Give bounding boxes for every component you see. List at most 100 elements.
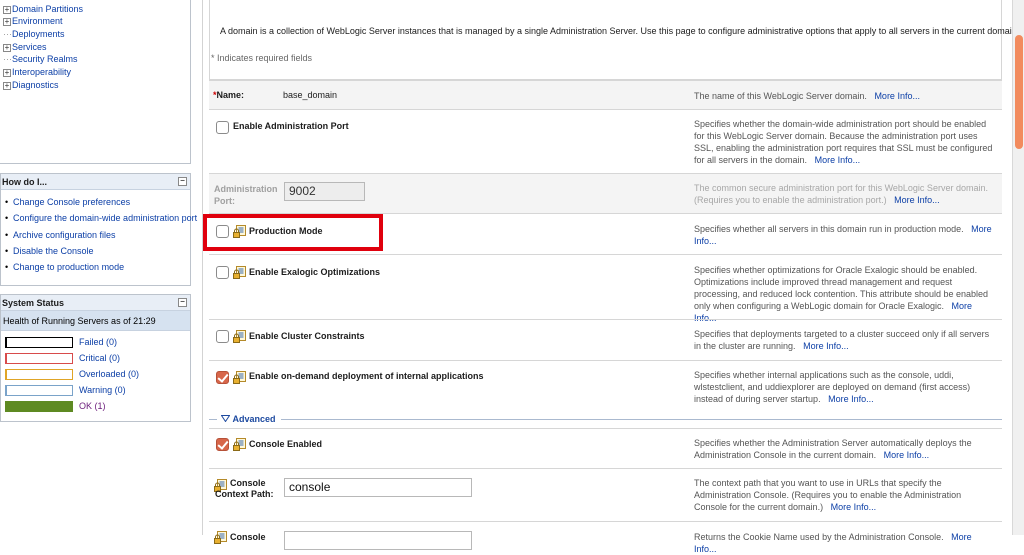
- domain-name-value: base_domain: [283, 90, 338, 100]
- field-label-on-demand: Enable on-demand deployment of internal …: [249, 371, 484, 381]
- more-info-link[interactable]: More Info...: [828, 394, 874, 404]
- advanced-toggle[interactable]: Advanced: [220, 413, 276, 425]
- tree-item-interoperability[interactable]: + Interoperability: [3, 66, 71, 78]
- expand-icon[interactable]: +: [3, 44, 11, 52]
- intro-box: [209, 0, 1002, 80]
- status-link-failed[interactable]: Failed (0): [79, 336, 117, 348]
- tree-item-label[interactable]: Diagnostics: [12, 80, 59, 90]
- desc-text: Specifies whether the Administration Ser…: [694, 438, 972, 460]
- console-enabled-checkbox[interactable]: [216, 438, 229, 451]
- how-do-i-header: How do I... −: [1, 174, 190, 190]
- how-do-i-title: How do I...: [2, 177, 47, 187]
- expand-icon[interactable]: +: [3, 6, 11, 14]
- status-row-critical: Critical (0): [1, 351, 190, 367]
- howdo-link-disable-console[interactable]: Disable the Console: [13, 246, 94, 256]
- list-item: • Configure the domain-wide administratio…: [5, 212, 197, 228]
- howdo-link-archive-config[interactable]: Archive configuration files: [13, 230, 116, 240]
- console-context-path-input[interactable]: console: [284, 478, 472, 497]
- status-link-ok[interactable]: OK (1): [79, 400, 106, 412]
- status-link-overloaded[interactable]: Overloaded (0): [79, 368, 139, 380]
- more-info-link[interactable]: More Info...: [894, 195, 940, 205]
- collapse-icon[interactable]: −: [178, 177, 187, 186]
- tree-item-deployments[interactable]: ···Deployments: [3, 28, 65, 40]
- more-info-link[interactable]: More Info...: [884, 450, 930, 460]
- howdo-link-production-mode[interactable]: Change to production mode: [13, 262, 124, 272]
- status-link-critical[interactable]: Critical (0): [79, 352, 120, 364]
- field-desc-enable-admin-port: Specifies whether the domain-wide admini…: [694, 118, 994, 166]
- field-desc-console-enabled: Specifies whether the Administration Ser…: [694, 437, 994, 461]
- field-label-text: Name:: [216, 90, 245, 100]
- field-label-exalogic: Enable Exalogic Optimizations: [249, 267, 381, 277]
- tree-item-environment[interactable]: + Environment: [3, 15, 63, 27]
- system-status-header: System Status −: [1, 295, 190, 311]
- field-desc-exalogic: Specifies whether optimizations for Orac…: [694, 264, 994, 324]
- advanced-label[interactable]: Advanced: [233, 414, 276, 424]
- field-row-cluster-constraints: Enable Cluster Constraints Specifies tha…: [209, 319, 1002, 360]
- list-item: • Change Console preferences: [5, 196, 190, 212]
- tree-item-label[interactable]: Environment: [12, 16, 63, 26]
- expand-icon[interactable]: +: [3, 69, 11, 77]
- on-demand-checkbox[interactable]: [216, 371, 229, 384]
- tree-item-services[interactable]: + Services: [3, 41, 47, 53]
- lock-icon: [233, 371, 246, 384]
- console-cookie-input[interactable]: [284, 531, 472, 550]
- status-list: Failed (0) Critical (0) Overloaded (0) W…: [1, 331, 190, 415]
- scrollbar-thumb[interactable]: [1015, 35, 1023, 149]
- health-label: Health of Running Servers as of 21:29: [1, 311, 190, 331]
- lock-icon: [214, 531, 227, 544]
- tree-item-diagnostics[interactable]: + Diagnostics: [3, 79, 59, 91]
- lock-icon: [233, 438, 246, 451]
- collapse-icon[interactable]: −: [178, 298, 187, 307]
- tree-item-security-realms[interactable]: ···Security Realms: [3, 53, 78, 65]
- field-row-name: *Name: base_domain The name of this WebL…: [209, 80, 1002, 109]
- status-row-overloaded: Overloaded (0): [1, 367, 190, 383]
- expand-icon[interactable]: +: [3, 82, 11, 90]
- lock-icon: [233, 330, 246, 343]
- admin-port-input[interactable]: 9002: [284, 182, 365, 201]
- production-mode-highlight: [203, 214, 383, 251]
- status-link-warning[interactable]: Warning (0): [79, 384, 126, 396]
- status-row-ok: OK (1): [1, 399, 190, 415]
- status-row-warning: Warning (0): [1, 383, 190, 399]
- list-item: • Archive configuration files: [5, 229, 190, 245]
- left-column: + Domain Partitions + Environment ···Deplo…: [0, 0, 200, 535]
- tree-item-label[interactable]: Security Realms: [12, 54, 78, 64]
- advanced-section-toggle[interactable]: Advanced: [209, 413, 1002, 427]
- expand-icon[interactable]: +: [3, 18, 11, 26]
- vertical-scrollbar[interactable]: [1012, 0, 1024, 535]
- bullet-icon: •: [5, 229, 9, 240]
- more-info-link[interactable]: More Info...: [815, 155, 861, 165]
- exalogic-checkbox[interactable]: [216, 266, 229, 279]
- howdo-link-console-preferences[interactable]: Change Console preferences: [13, 197, 130, 207]
- tree-item-label[interactable]: Services: [12, 42, 47, 52]
- list-item: • Change to production mode: [5, 261, 190, 277]
- cluster-constraints-checkbox[interactable]: [216, 330, 229, 343]
- field-row-console-enabled: Console Enabled Specifies whether the Ad…: [209, 428, 1002, 468]
- tree-connector: ···: [3, 29, 12, 39]
- field-desc-console-context-path: The context path that you want to use in…: [694, 477, 994, 513]
- field-label-console-context-path: Console Context Path:: [215, 478, 274, 499]
- tree-item-domain-partitions[interactable]: + Domain Partitions: [3, 3, 83, 15]
- chevron-down-icon: [220, 415, 231, 423]
- enable-admin-port-checkbox[interactable]: [216, 121, 229, 134]
- more-info-link[interactable]: More Info...: [831, 502, 877, 512]
- system-status-title: System Status: [2, 298, 65, 308]
- tree-item-label[interactable]: Domain Partitions: [12, 4, 83, 14]
- more-info-link[interactable]: More Info...: [874, 91, 920, 101]
- field-row-console-cookie: Console Returns the Cookie Name used by …: [209, 521, 1002, 554]
- tree-item-label[interactable]: Deployments: [12, 29, 65, 39]
- divider-line: [209, 419, 217, 420]
- tree-item-label[interactable]: Interoperability: [12, 67, 71, 77]
- field-label-enable-admin-port: Enable Administration Port: [233, 121, 349, 131]
- field-desc-production-mode: Specifies whether all servers in this do…: [694, 223, 994, 247]
- lock-icon: [233, 266, 246, 279]
- divider-line: [281, 419, 1002, 420]
- system-status-panel: System Status − Health of Running Server…: [0, 294, 191, 422]
- how-do-i-panel: How do I... − • Change Console preference…: [0, 173, 197, 286]
- status-bar: [5, 401, 73, 412]
- field-row-exalogic: Enable Exalogic Optimizations Specifies …: [209, 254, 1002, 323]
- more-info-link[interactable]: More Info...: [803, 341, 849, 351]
- field-label-console-enabled: Console Enabled: [249, 439, 323, 449]
- howdo-link-admin-port[interactable]: Configure the domain-wide administration…: [13, 213, 197, 223]
- required-fields-note: * Indicates required fields: [211, 53, 313, 63]
